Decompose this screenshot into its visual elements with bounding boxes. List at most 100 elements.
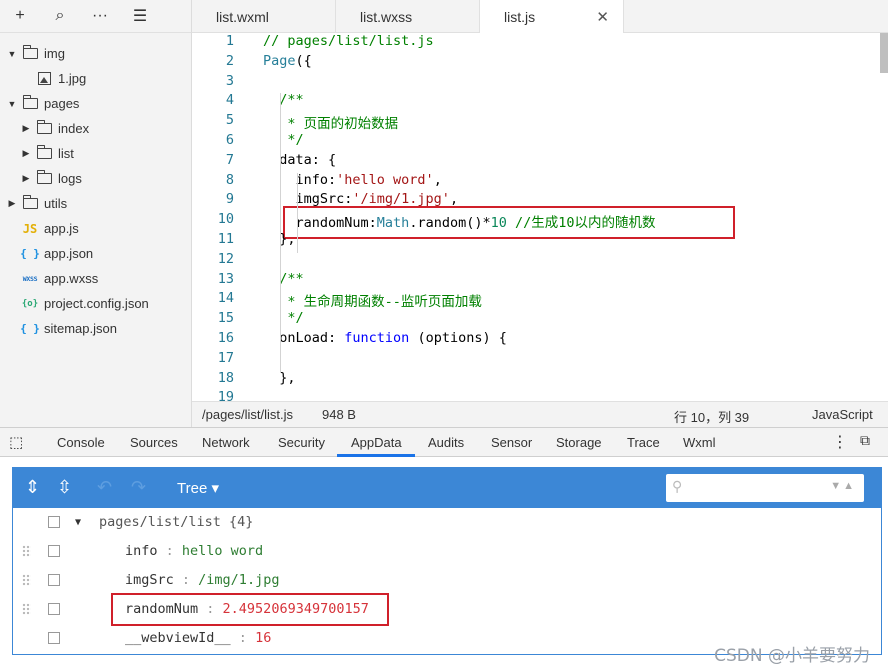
row-checkbox[interactable] — [48, 516, 60, 528]
code-line[interactable]: imgSrc:'/img/1.jpg', — [263, 191, 459, 207]
file-type-icon: { } — [20, 247, 40, 261]
appdata-row[interactable]: info : hello word — [13, 537, 881, 566]
entry-value[interactable]: 16 — [255, 630, 271, 646]
code-line[interactable]: */ — [263, 132, 303, 148]
file-tree-item[interactable]: WXSS app.wxss — [0, 266, 191, 291]
file-explorer: ▼ img 1.jpg ▼ pages ▶ index ▶ list ▶ logs ▶ utils JS a… — [0, 33, 192, 427]
file-tree-item[interactable]: 1.jpg — [0, 66, 191, 91]
add-icon[interactable]: + — [0, 7, 40, 25]
undock-icon[interactable]: ⧉ — [860, 432, 870, 449]
appdata-row[interactable]: imgSrc : /img/1.jpg — [13, 566, 881, 595]
code-token: * 生命周期函数--监听页面加载 — [263, 294, 482, 311]
inspect-icon[interactable]: ⬚ — [9, 433, 23, 451]
file-tree-item[interactable]: ▶ utils — [0, 191, 191, 216]
status-size: 948 B — [322, 407, 356, 422]
more-icon[interactable]: ··· — [80, 7, 120, 25]
tab-list-wxss[interactable]: list.wxss — [336, 0, 480, 33]
code-line[interactable]: Page({ — [263, 53, 312, 69]
close-icon[interactable]: ✕ — [596, 8, 609, 26]
code-editor[interactable]: 1 // pages/list/list.js 2 Page({3 4 /** 5 * 页… — [192, 33, 888, 401]
devtools-tab-storage[interactable]: Storage — [556, 435, 602, 450]
menu-icon[interactable]: ⋮ — [832, 432, 848, 452]
code-line[interactable]: randomNum:Math.random()*10 //生成10以内的随机数 — [263, 211, 656, 231]
devtools-tab-security[interactable]: Security — [278, 435, 325, 450]
row-checkbox[interactable] — [48, 632, 60, 644]
view-mode-label: Tree — [177, 480, 208, 497]
file-tree-item[interactable]: ▶ list — [0, 141, 191, 166]
indent-guide — [280, 273, 281, 373]
tab-list-js[interactable]: list.js ✕ — [480, 0, 624, 34]
row-checkbox[interactable] — [48, 545, 60, 557]
code-line[interactable]: onLoad: function (options) { — [263, 330, 507, 346]
tree-arrow-icon[interactable]: ▼ — [6, 49, 18, 59]
search-icon[interactable]: ⌕ — [40, 7, 80, 25]
file-tree-item[interactable]: ▼ img — [0, 41, 191, 66]
line-number: 2 — [225, 52, 234, 69]
code-line[interactable]: */ — [263, 310, 303, 326]
appdata-row[interactable]: ▼ pages/list/list {4} — [13, 508, 881, 537]
file-tree-item[interactable]: ▶ logs — [0, 166, 191, 191]
code-line[interactable]: // pages/list/list.js — [263, 33, 434, 49]
row-checkbox[interactable] — [48, 574, 60, 586]
tree-arrow-icon[interactable]: ▶ — [6, 198, 18, 209]
view-mode-select[interactable]: Tree ▾ — [177, 479, 219, 497]
entry-value[interactable]: hello word — [182, 543, 263, 559]
code-line[interactable]: /** — [263, 92, 304, 109]
tree-arrow-icon[interactable]: ▶ — [20, 148, 32, 159]
file-tree-label: sitemap.json — [44, 321, 117, 336]
tree-arrow-icon[interactable]: ▶ — [20, 123, 32, 134]
file-tree-label: pages — [44, 96, 80, 111]
devtools-tab-sources[interactable]: Sources — [130, 435, 178, 450]
file-tree-item[interactable]: { } sitemap.json — [0, 316, 191, 341]
search-nav-icons[interactable]: ▼▲ — [830, 480, 856, 492]
sidebar-toolbar: + ⌕ ··· ☰ — [0, 0, 192, 33]
folder-icon — [36, 170, 52, 186]
entry-value[interactable]: /img/1.jpg — [198, 572, 279, 588]
status-language[interactable]: JavaScript — [812, 407, 873, 422]
devtools-tab-appdata[interactable]: AppData — [351, 435, 402, 450]
redo-icon[interactable]: ↷ — [131, 477, 146, 498]
tree-arrow-icon[interactable]: ▼ — [6, 99, 18, 109]
code-token: /** — [263, 92, 304, 109]
line-number: 5 — [225, 112, 234, 129]
devtools-tab-wxml[interactable]: Wxml — [683, 435, 716, 450]
devtools-tab-network[interactable]: Network — [202, 435, 250, 450]
file-tree-item[interactable]: ▶ index — [0, 116, 191, 141]
code-token: , — [433, 171, 442, 188]
file-tree-item[interactable]: { } app.json — [0, 241, 191, 266]
collapse-all-icon[interactable]: ⇳ — [57, 477, 72, 498]
collapse-icon[interactable]: ☰ — [120, 6, 160, 26]
appdata-search-input[interactable]: ⚲ ▼▲ — [666, 474, 864, 502]
undo-icon[interactable]: ↶ — [97, 477, 112, 498]
devtools-tab-bar: ⬚ ⋮ ⧉ Console Sources Network Security AppDa… — [0, 427, 888, 457]
file-tree-label: utils — [44, 196, 68, 211]
code-line[interactable]: /** — [263, 271, 303, 287]
drag-handle-icon[interactable] — [22, 603, 31, 615]
drag-handle-icon[interactable] — [22, 545, 31, 557]
devtools-tab-console[interactable]: Console — [57, 435, 105, 450]
code-line[interactable]: * 生命周期函数--监听页面加载 — [263, 290, 482, 310]
devtools-tab-sensor[interactable]: Sensor — [491, 435, 532, 450]
drag-handle-icon[interactable] — [22, 574, 31, 586]
editor-scrollbar[interactable] — [880, 33, 888, 73]
line-number: 12 — [217, 250, 234, 267]
file-tree-item[interactable]: {o} project.config.json — [0, 291, 191, 316]
file-badge: WXSS — [22, 274, 38, 283]
code-line[interactable]: * 页面的初始数据 — [263, 112, 398, 132]
expand-all-icon[interactable]: ⇕ — [25, 477, 40, 498]
status-cursor[interactable]: 行 10，列 39 — [674, 407, 749, 426]
code-line[interactable]: data: { — [263, 152, 336, 168]
file-tree-item[interactable]: ▼ pages — [0, 91, 191, 116]
devtools-tab-audits[interactable]: Audits — [428, 435, 464, 450]
tree-arrow-icon[interactable]: ▶ — [20, 173, 32, 184]
active-tab-indicator — [337, 454, 415, 457]
entry-key: __webviewId__ — [125, 630, 231, 646]
row-checkbox[interactable] — [48, 603, 60, 615]
devtools-tab-trace[interactable]: Trace — [627, 435, 660, 450]
expand-arrow-icon[interactable]: ▼ — [75, 517, 81, 528]
line-number: 19 — [217, 389, 234, 401]
status-path: /pages/list/list.js — [202, 407, 294, 422]
tab-list-wxml[interactable]: list.wxml — [192, 0, 336, 33]
code-line[interactable]: info:'hello word', — [263, 172, 442, 188]
file-tree-item[interactable]: JS app.js — [0, 216, 191, 241]
